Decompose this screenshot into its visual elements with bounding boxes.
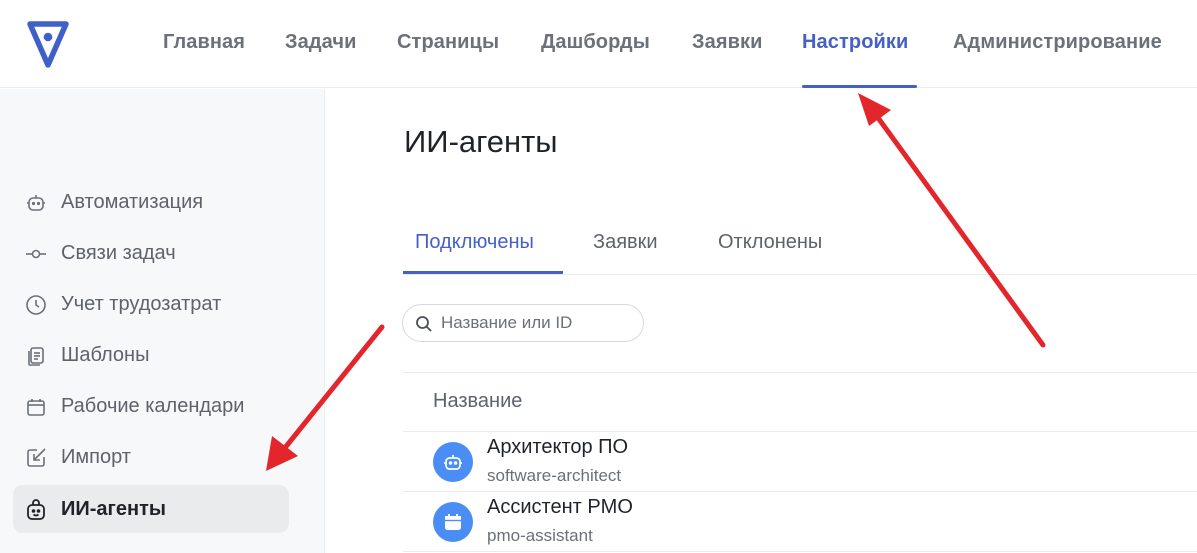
calendar-icon — [445, 514, 461, 530]
tab-requests[interactable]: Заявки — [593, 231, 658, 254]
sidebar-item-import[interactable]: Импорт — [13, 433, 289, 481]
search-input[interactable] — [441, 305, 637, 341]
settings-sidebar: Автоматизация Связи задач Учет трудозатр… — [0, 89, 325, 553]
sidebar-item-automation[interactable]: Автоматизация — [13, 178, 289, 226]
agent-avatar — [433, 502, 473, 542]
nav-item-requests[interactable]: Заявки — [692, 31, 763, 54]
calendar-icon — [27, 399, 45, 416]
agent-name: Ассистент PMO — [487, 496, 633, 518]
page-title: ИИ-агенты — [404, 124, 558, 159]
sidebar-item-label: Автоматизация — [61, 191, 204, 213]
link-node-icon — [26, 249, 46, 259]
agent-name: Архитектор ПО — [487, 436, 629, 458]
sidebar-item-work-calendars[interactable]: Рабочие календари — [13, 382, 289, 430]
active-tab-indicator — [403, 271, 563, 274]
agent-id: pmo-assistant — [487, 526, 593, 545]
sidebar-item-label: Учет трудозатрат — [61, 293, 222, 315]
agent-id: software-architect — [487, 466, 622, 485]
column-header-name[interactable]: Название — [433, 390, 522, 413]
robot-icon — [27, 195, 45, 211]
main-content: ИИ-агенты Подключены Заявки Отклонены На… — [325, 89, 1197, 553]
nav-item-home[interactable]: Главная — [163, 31, 245, 54]
agent-status-tabs: Подключены Заявки Отклонены — [403, 219, 1197, 275]
table-row[interactable]: Архитектор ПО software-architect — [403, 432, 1197, 492]
sidebar-item-task-links[interactable]: Связи задач — [13, 229, 289, 277]
import-icon — [27, 448, 46, 467]
active-nav-indicator — [802, 85, 917, 88]
sidebar-item-label: Импорт — [61, 446, 131, 468]
clock-icon — [26, 295, 46, 315]
sidebar-item-label: Шаблоны — [61, 344, 150, 366]
nav-item-pages[interactable]: Страницы — [397, 31, 499, 54]
table-row[interactable]: Ассистент PMO pmo-assistant — [403, 492, 1197, 552]
robot-icon — [444, 455, 462, 470]
nav-item-settings[interactable]: Настройки — [802, 31, 908, 54]
sidebar-item-ai-agents[interactable]: ИИ-агенты — [13, 485, 289, 533]
agent-avatar — [433, 442, 473, 482]
tab-rejected[interactable]: Отклонены — [718, 231, 822, 254]
sidebar-item-label: ИИ-агенты — [61, 498, 166, 520]
sidebar-item-label: Рабочие календари — [61, 395, 245, 417]
ai-agent-icon — [27, 499, 45, 520]
template-icon — [28, 347, 44, 366]
app-logo-icon[interactable] — [26, 18, 70, 70]
tab-connected[interactable]: Подключены — [415, 231, 534, 254]
search-box — [402, 304, 644, 342]
sidebar-item-templates[interactable]: Шаблоны — [13, 331, 289, 379]
search-icon — [416, 316, 432, 332]
sidebar-item-time-tracking[interactable]: Учет трудозатрат — [13, 280, 289, 328]
nav-item-tasks[interactable]: Задачи — [285, 31, 356, 54]
nav-item-administration[interactable]: Администрирование — [953, 31, 1162, 54]
table-header: Название — [403, 372, 1197, 432]
sidebar-item-label: Связи задач — [61, 242, 176, 264]
nav-item-dashboards[interactable]: Дашборды — [541, 31, 650, 54]
top-navigation-bar: Главная Задачи Страницы Дашборды Заявки … — [0, 0, 1197, 88]
